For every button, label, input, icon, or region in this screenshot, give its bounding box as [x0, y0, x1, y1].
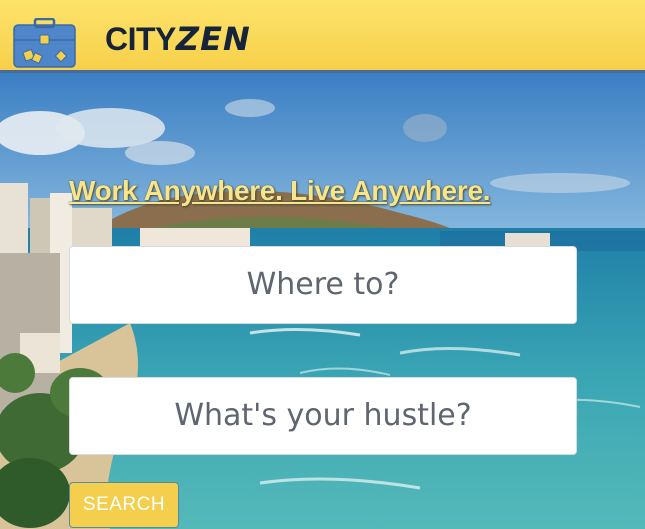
briefcase-icon[interactable] — [13, 17, 76, 68]
where-to-input[interactable]: Where to? — [69, 246, 577, 324]
brand-prefix: CITY — [105, 21, 176, 57]
hustle-input[interactable]: What's your hustle? — [69, 377, 577, 455]
top-header: CITYZEN — [0, 0, 645, 73]
search-button[interactable]: SEARCH — [69, 482, 179, 528]
brand-logo-text[interactable]: CITYZEN — [105, 21, 251, 57]
hero-tagline[interactable]: Work Anywhere. Live Anywhere. — [69, 175, 491, 207]
brand-suffix: ZEN — [175, 20, 251, 58]
